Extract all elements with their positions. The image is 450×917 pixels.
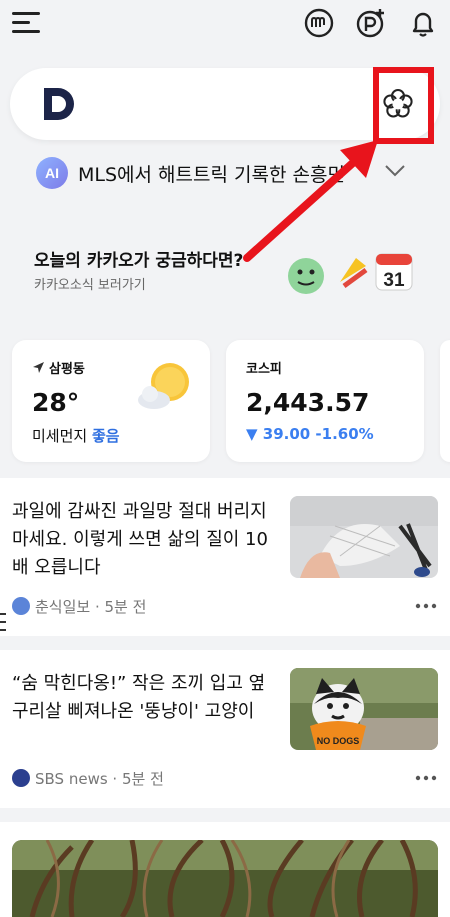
kakao-stickers: 31	[288, 253, 413, 294]
bell-icon[interactable]	[406, 6, 440, 40]
stock-change: ▼ 39.00 -1.60%	[246, 425, 374, 443]
weather-location: 삼평동	[32, 358, 85, 377]
edge-fragment	[0, 613, 6, 631]
weather-dust: 미세먼지 좋음	[32, 427, 120, 445]
kakao-news-banner[interactable]: 오늘의 카카오가 궁금하다면? 카카오소식 보러가기 31	[34, 246, 434, 298]
more-options-icon[interactable]	[414, 770, 438, 786]
pay-p-icon[interactable]	[354, 6, 388, 40]
kakao-news-title: 오늘의 카카오가 궁금하다면?	[34, 251, 244, 271]
news-article[interactable]: “숨 막힌다옹!” 작은 조끼 입고 옆구리살 삐져나온 '뚱냥이' 고양이 N…	[0, 650, 450, 808]
stock-card[interactable]: 코스피 2,443.57 ▼ 39.00 -1.60%	[226, 340, 424, 462]
article-title[interactable]: 과일에 감싸진 과일망 절대 버리지 마세요. 이렇게 쓰면 삶의 질이 10배…	[12, 498, 277, 582]
location-arrow-icon	[33, 362, 44, 373]
hamburger-icon[interactable]	[12, 10, 40, 34]
article-thumbnail[interactable]: NO DOGS	[290, 668, 438, 750]
calendar-day: 31	[383, 270, 405, 291]
chevron-down-icon[interactable]	[384, 164, 406, 178]
source-logo-icon	[12, 597, 30, 615]
weather-card[interactable]: 삼평동 28° 미세먼지 좋음	[12, 340, 210, 462]
ai-summary-row[interactable]: AI MLS에서 해트트릭 기록한 손흥민	[36, 156, 426, 190]
article-thumbnail[interactable]	[12, 840, 438, 917]
ai-badge: AI	[36, 157, 68, 189]
article-meta: 춘식일보 · 5분 전	[12, 596, 146, 616]
news-article[interactable]	[0, 822, 450, 917]
highlight-box	[373, 67, 434, 144]
stock-name: 코스피	[246, 362, 282, 377]
news-article[interactable]: 과일에 감싸진 과일망 절대 버리지 마세요. 이렇게 쓰면 삶의 질이 10배…	[0, 478, 450, 636]
article-title[interactable]: “숨 막힌다옹!” 작은 조끼 입고 옆구리살 삐져나온 '뚱냥이' 고양이	[12, 670, 277, 726]
top-bar	[0, 0, 450, 48]
kakao-news-subtitle: 카카오소식 보러가기	[34, 278, 146, 293]
daum-logo	[44, 88, 74, 120]
kakao-m-icon[interactable]	[302, 6, 336, 40]
source-logo-icon	[12, 769, 30, 787]
article-meta: SBS news · 5분 전	[12, 768, 164, 788]
next-card-peek[interactable]	[440, 340, 450, 462]
weather-temperature: 28°	[32, 388, 80, 417]
article-thumbnail[interactable]	[290, 496, 438, 578]
ai-summary-text: MLS에서 해트트릭 기록한 손흥민	[78, 164, 345, 186]
sun-cloud-icon	[138, 363, 189, 409]
more-options-icon[interactable]	[414, 598, 438, 614]
thumb-caption: NO DOGS	[317, 736, 360, 746]
stock-value: 2,443.57	[246, 388, 370, 417]
